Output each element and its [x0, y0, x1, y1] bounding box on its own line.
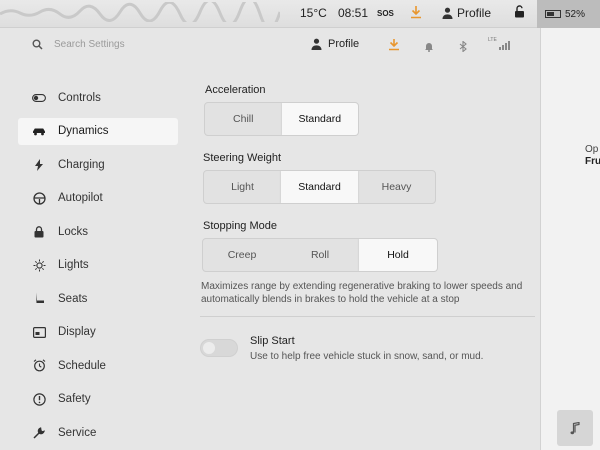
sidebar-item-lights[interactable]: Lights [18, 252, 178, 279]
steering-weight-selector: Light Standard Heavy [203, 170, 436, 204]
sidebar-item-label: Controls [58, 91, 101, 104]
acceleration-selector: Chill Standard [204, 102, 359, 136]
wrench-icon [30, 426, 48, 439]
wave-decoration-icon [0, 2, 280, 22]
steering-weight-title: Steering Weight [203, 152, 282, 164]
sidebar-item-label: Autopilot [58, 192, 103, 204]
stopping-option-creep[interactable]: Creep [203, 239, 281, 271]
car-icon [30, 127, 48, 136]
battery-icon [545, 10, 561, 18]
sidebar-item-display[interactable]: Display [18, 319, 178, 346]
search-icon [32, 37, 43, 55]
acceleration-title: Acceleration [205, 84, 266, 96]
toggle-icon [30, 93, 48, 102]
map-pane-line2: Fru [585, 156, 600, 167]
outside-temperature: 15°C [300, 6, 327, 20]
bolt-icon [30, 158, 48, 171]
steering-wheel-icon [30, 191, 48, 205]
sidebar-item-dynamics[interactable]: Dynamics [18, 117, 178, 145]
steering-option-heavy[interactable]: Heavy [358, 171, 435, 203]
slip-start-title: Slip Start [250, 335, 295, 347]
settings-top-bar: Profile LTE [0, 28, 540, 60]
sidebar-item-service[interactable]: Service [18, 419, 178, 446]
download-icon[interactable] [388, 38, 400, 56]
settings-panel: Profile LTE Controls Dynamics [0, 28, 540, 450]
stopping-option-hold[interactable]: Hold [359, 239, 437, 271]
section-divider [200, 316, 535, 317]
bluetooth-icon[interactable] [459, 39, 467, 57]
sidebar-item-label: Lights [58, 259, 89, 271]
dynamics-content: Acceleration Chill Standard Steering Wei… [200, 84, 540, 375]
steering-option-light[interactable]: Light [204, 171, 281, 203]
person-icon [311, 38, 322, 50]
sidebar-item-label: Dynamics [58, 125, 109, 137]
search-input[interactable] [54, 36, 254, 52]
software-update-icon[interactable] [410, 5, 422, 19]
stopping-option-roll[interactable]: Roll [281, 239, 359, 271]
status-bar: 15°C 08:51 SOS Profile 52% [0, 0, 600, 28]
sidebar-item-label: Seats [58, 292, 88, 305]
sidebar-item-safety[interactable]: Safety [18, 386, 178, 413]
unlock-icon[interactable] [514, 5, 525, 18]
clock-time: 08:51 [338, 6, 369, 20]
map-pane-line1: Op [585, 144, 599, 155]
display-icon [30, 326, 48, 338]
status-profile-label: Profile [457, 6, 492, 20]
sidebar-item-label: Display [58, 326, 96, 338]
sun-icon [30, 259, 48, 272]
stopping-mode-description: Maximizes range by extending regenerativ… [201, 281, 523, 305]
sidebar-item-label: Safety [58, 393, 91, 405]
stopping-mode-selector: Creep Roll Hold [202, 238, 438, 272]
sidebar-item-controls[interactable]: Controls [18, 84, 178, 111]
seat-icon [30, 292, 48, 305]
steering-option-standard[interactable]: Standard [281, 171, 358, 203]
slip-start-description: Use to help free vehicle stuck in snow, … [250, 351, 484, 362]
sidebar-item-label: Locks [58, 225, 89, 238]
settings-sidebar: Controls Dynamics Charging Autopilot Loc… [18, 84, 178, 450]
slip-start-row: Slip Start Use to help free vehicle stuc… [200, 335, 540, 375]
lock-icon [30, 225, 48, 238]
map-pane-edge: Op Fru [540, 28, 600, 450]
acceleration-option-standard[interactable]: Standard [281, 103, 358, 135]
profile-label: Profile [328, 38, 360, 50]
music-button[interactable] [557, 410, 593, 446]
phone-status: 52% [537, 0, 600, 28]
signal-label: LTE [488, 37, 497, 43]
sidebar-item-autopilot[interactable]: Autopilot [18, 185, 178, 212]
bell-icon[interactable] [424, 39, 434, 57]
slip-start-toggle[interactable] [200, 339, 238, 357]
sidebar-item-locks[interactable]: Locks [18, 218, 178, 245]
battery-percent: 52% [565, 8, 586, 20]
sidebar-item-schedule[interactable]: Schedule [18, 352, 178, 379]
alarm-clock-icon [30, 359, 48, 372]
sidebar-item-seats[interactable]: Seats [18, 285, 178, 312]
sidebar-item-label: Charging [58, 158, 105, 171]
map-pane-text: Op Fru [585, 144, 600, 168]
sidebar-item-label: Schedule [58, 359, 106, 372]
profile-button[interactable]: Profile [311, 38, 359, 50]
sidebar-item-label: Service [58, 426, 97, 439]
status-profile-button[interactable]: Profile [442, 6, 491, 20]
acceleration-option-chill[interactable]: Chill [205, 103, 282, 135]
alert-circle-icon [30, 392, 48, 406]
sidebar-item-charging[interactable]: Charging [18, 151, 178, 178]
person-icon [442, 7, 453, 19]
stopping-mode-title: Stopping Mode [203, 220, 277, 232]
sos-label: SOS [377, 9, 394, 18]
music-note-icon [570, 421, 580, 434]
